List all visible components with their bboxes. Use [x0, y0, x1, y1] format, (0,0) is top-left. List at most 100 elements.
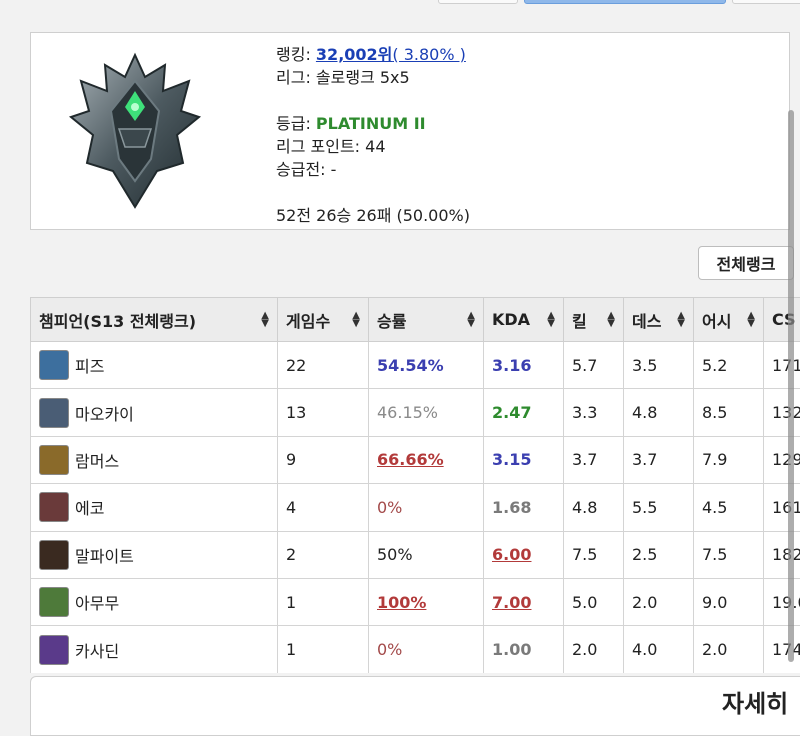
sort-icon: ▲▼	[547, 312, 555, 328]
ranking-row: 랭킹: 32,002위( 3.80% )	[276, 43, 470, 66]
champion-stats-table: 챔피언(S13 전체랭크)▲▼게임수▲▼승률▲▼KDA▲▼킬▲▼데스▲▼어시▲▼…	[30, 297, 800, 673]
all-rank-button[interactable]: 전체랭크	[698, 246, 794, 280]
ranking-value-link[interactable]: 32,002위	[316, 45, 392, 64]
kda-cell: 3.15	[484, 436, 564, 483]
kills-cell: 5.7	[564, 342, 624, 389]
champion-name: 말파이트	[75, 543, 134, 567]
column-header-games[interactable]: 게임수▲▼	[278, 298, 369, 342]
season-record: 52전 26승 26패 (50.00%)	[276, 204, 470, 227]
games-value: 9	[286, 450, 296, 469]
champion-stats-table-container: 챔피언(S13 전체랭크)▲▼게임수▲▼승률▲▼KDA▲▼킬▲▼데스▲▼어시▲▼…	[30, 297, 800, 673]
detail-panel	[30, 676, 800, 736]
top-tab-button-3[interactable]	[732, 0, 800, 4]
winrate-cell: 0%	[369, 626, 484, 673]
column-header-assists[interactable]: 어시 ▲▼	[694, 298, 764, 342]
deaths-value: 2.0	[632, 593, 657, 612]
sort-icon: ▲▼	[467, 312, 475, 328]
deaths-value: 5.5	[632, 498, 657, 517]
assists-cell: 4.5	[694, 484, 764, 531]
games-cell: 1	[278, 578, 369, 625]
winrate-value: 0%	[377, 498, 402, 517]
table-row[interactable]: 마오카이1346.15%2.473.34.88.5132	[31, 389, 800, 436]
deaths-value: 3.5	[632, 356, 657, 375]
top-tab-button-1[interactable]	[438, 0, 518, 4]
champion-portrait-icon	[39, 635, 69, 665]
kills-cell: 3.3	[564, 389, 624, 436]
column-header-deaths[interactable]: 데스▲▼	[624, 298, 694, 342]
top-tab-button-active[interactable]	[524, 0, 726, 4]
champion-cell: 카사딘	[31, 626, 278, 673]
cs-cell: 129	[764, 436, 800, 483]
kda-cell: 3.16	[484, 342, 564, 389]
assists-cell: 7.5	[694, 531, 764, 578]
assists-cell: 2.0	[694, 626, 764, 673]
column-header-kills[interactable]: 킬▲▼	[564, 298, 624, 342]
column-header-winrate[interactable]: 승률 ▲▼	[369, 298, 484, 342]
table-row[interactable]: 에코40%1.684.85.54.5161	[31, 484, 800, 531]
rank-info: 랭킹: 32,002위( 3.80% ) 리그: 솔로랭크 5x5 등급: PL…	[276, 43, 470, 227]
champion-cell: 아무무	[31, 578, 278, 625]
games-value: 1	[286, 593, 296, 612]
champion-cell: 피즈	[31, 342, 278, 389]
column-header-kda[interactable]: KDA▲▼	[484, 298, 564, 342]
champion-cell: 마오카이	[31, 389, 278, 436]
ranking-label: 랭킹:	[276, 45, 316, 64]
assists-value: 5.2	[702, 356, 727, 375]
assists-value: 4.5	[702, 498, 727, 517]
games-value: 13	[286, 403, 306, 422]
kda-value: 3.15	[492, 450, 531, 469]
cs-value: 171	[772, 356, 800, 375]
cs-cell: 132	[764, 389, 800, 436]
ranking-percent-link[interactable]: ( 3.80% )	[392, 45, 465, 64]
column-header-label: 어시	[702, 312, 731, 331]
column-header-label: 승률	[377, 312, 406, 331]
sort-icon: ▲▼	[747, 312, 755, 328]
games-value: 22	[286, 356, 306, 375]
cs-cell: 174	[764, 626, 800, 673]
tier-row: 등급: PLATINUM II	[276, 112, 470, 135]
league-points: 리그 포인트: 44	[276, 135, 470, 158]
kda-cell: 6.00	[484, 531, 564, 578]
winrate-value: 54.54%	[377, 356, 444, 375]
column-header-champion[interactable]: 챔피언(S13 전체랭크)▲▼	[31, 298, 278, 342]
sort-icon: ▲▼	[352, 312, 360, 328]
games-cell: 2	[278, 531, 369, 578]
assists-cell: 8.5	[694, 389, 764, 436]
deaths-cell: 4.8	[624, 389, 694, 436]
champion-portrait-icon	[39, 540, 69, 570]
deaths-value: 4.0	[632, 640, 657, 659]
deaths-cell: 4.0	[624, 626, 694, 673]
champion-name: 마오카이	[75, 401, 134, 425]
tier-value: PLATINUM II	[316, 114, 426, 133]
winrate-cell: 66.66%	[369, 436, 484, 483]
table-row[interactable]: 람머스966.66%3.153.73.77.9129	[31, 436, 800, 483]
assists-value: 7.9	[702, 450, 727, 469]
kda-value: 6.00	[492, 545, 531, 564]
deaths-cell: 5.5	[624, 484, 694, 531]
kda-value: 2.47	[492, 403, 531, 422]
detail-heading: 자세히	[722, 684, 788, 719]
deaths-cell: 2.5	[624, 531, 694, 578]
table-row[interactable]: 아무무1100%7.005.02.09.019.0	[31, 578, 800, 625]
games-cell: 4	[278, 484, 369, 531]
kills-value: 7.5	[572, 545, 597, 564]
deaths-cell: 3.7	[624, 436, 694, 483]
table-row[interactable]: 피즈 22 54.54% 3.165.7 3.5 5.2 171	[31, 342, 800, 389]
table-row[interactable]: 카사딘10%1.002.04.02.0174	[31, 626, 800, 673]
assists-cell: 7.9	[694, 436, 764, 483]
column-header-label: 킬	[572, 312, 587, 331]
games-value: 4	[286, 498, 296, 517]
kills-cell: 3.7	[564, 436, 624, 483]
deaths-value: 3.7	[632, 450, 657, 469]
cs-cell: 161	[764, 484, 800, 531]
winrate-cell: 54.54%	[369, 342, 484, 389]
kda-cell: 1.68	[484, 484, 564, 531]
promotion-status: 승급전: -	[276, 158, 470, 181]
column-header-cs[interactable]: CS	[764, 298, 800, 342]
table-body: 피즈2254.54%3.165.73.55.2171마오카이1346.15%2.…	[31, 342, 800, 674]
champion-portrait-icon	[39, 350, 69, 380]
column-header-label: 챔피언(S13 전체랭크)	[39, 312, 196, 331]
deaths-cell: 2.0	[624, 578, 694, 625]
table-row[interactable]: 말파이트250%6.007.52.57.5182	[31, 531, 800, 578]
vertical-scrollbar[interactable]	[788, 110, 794, 662]
